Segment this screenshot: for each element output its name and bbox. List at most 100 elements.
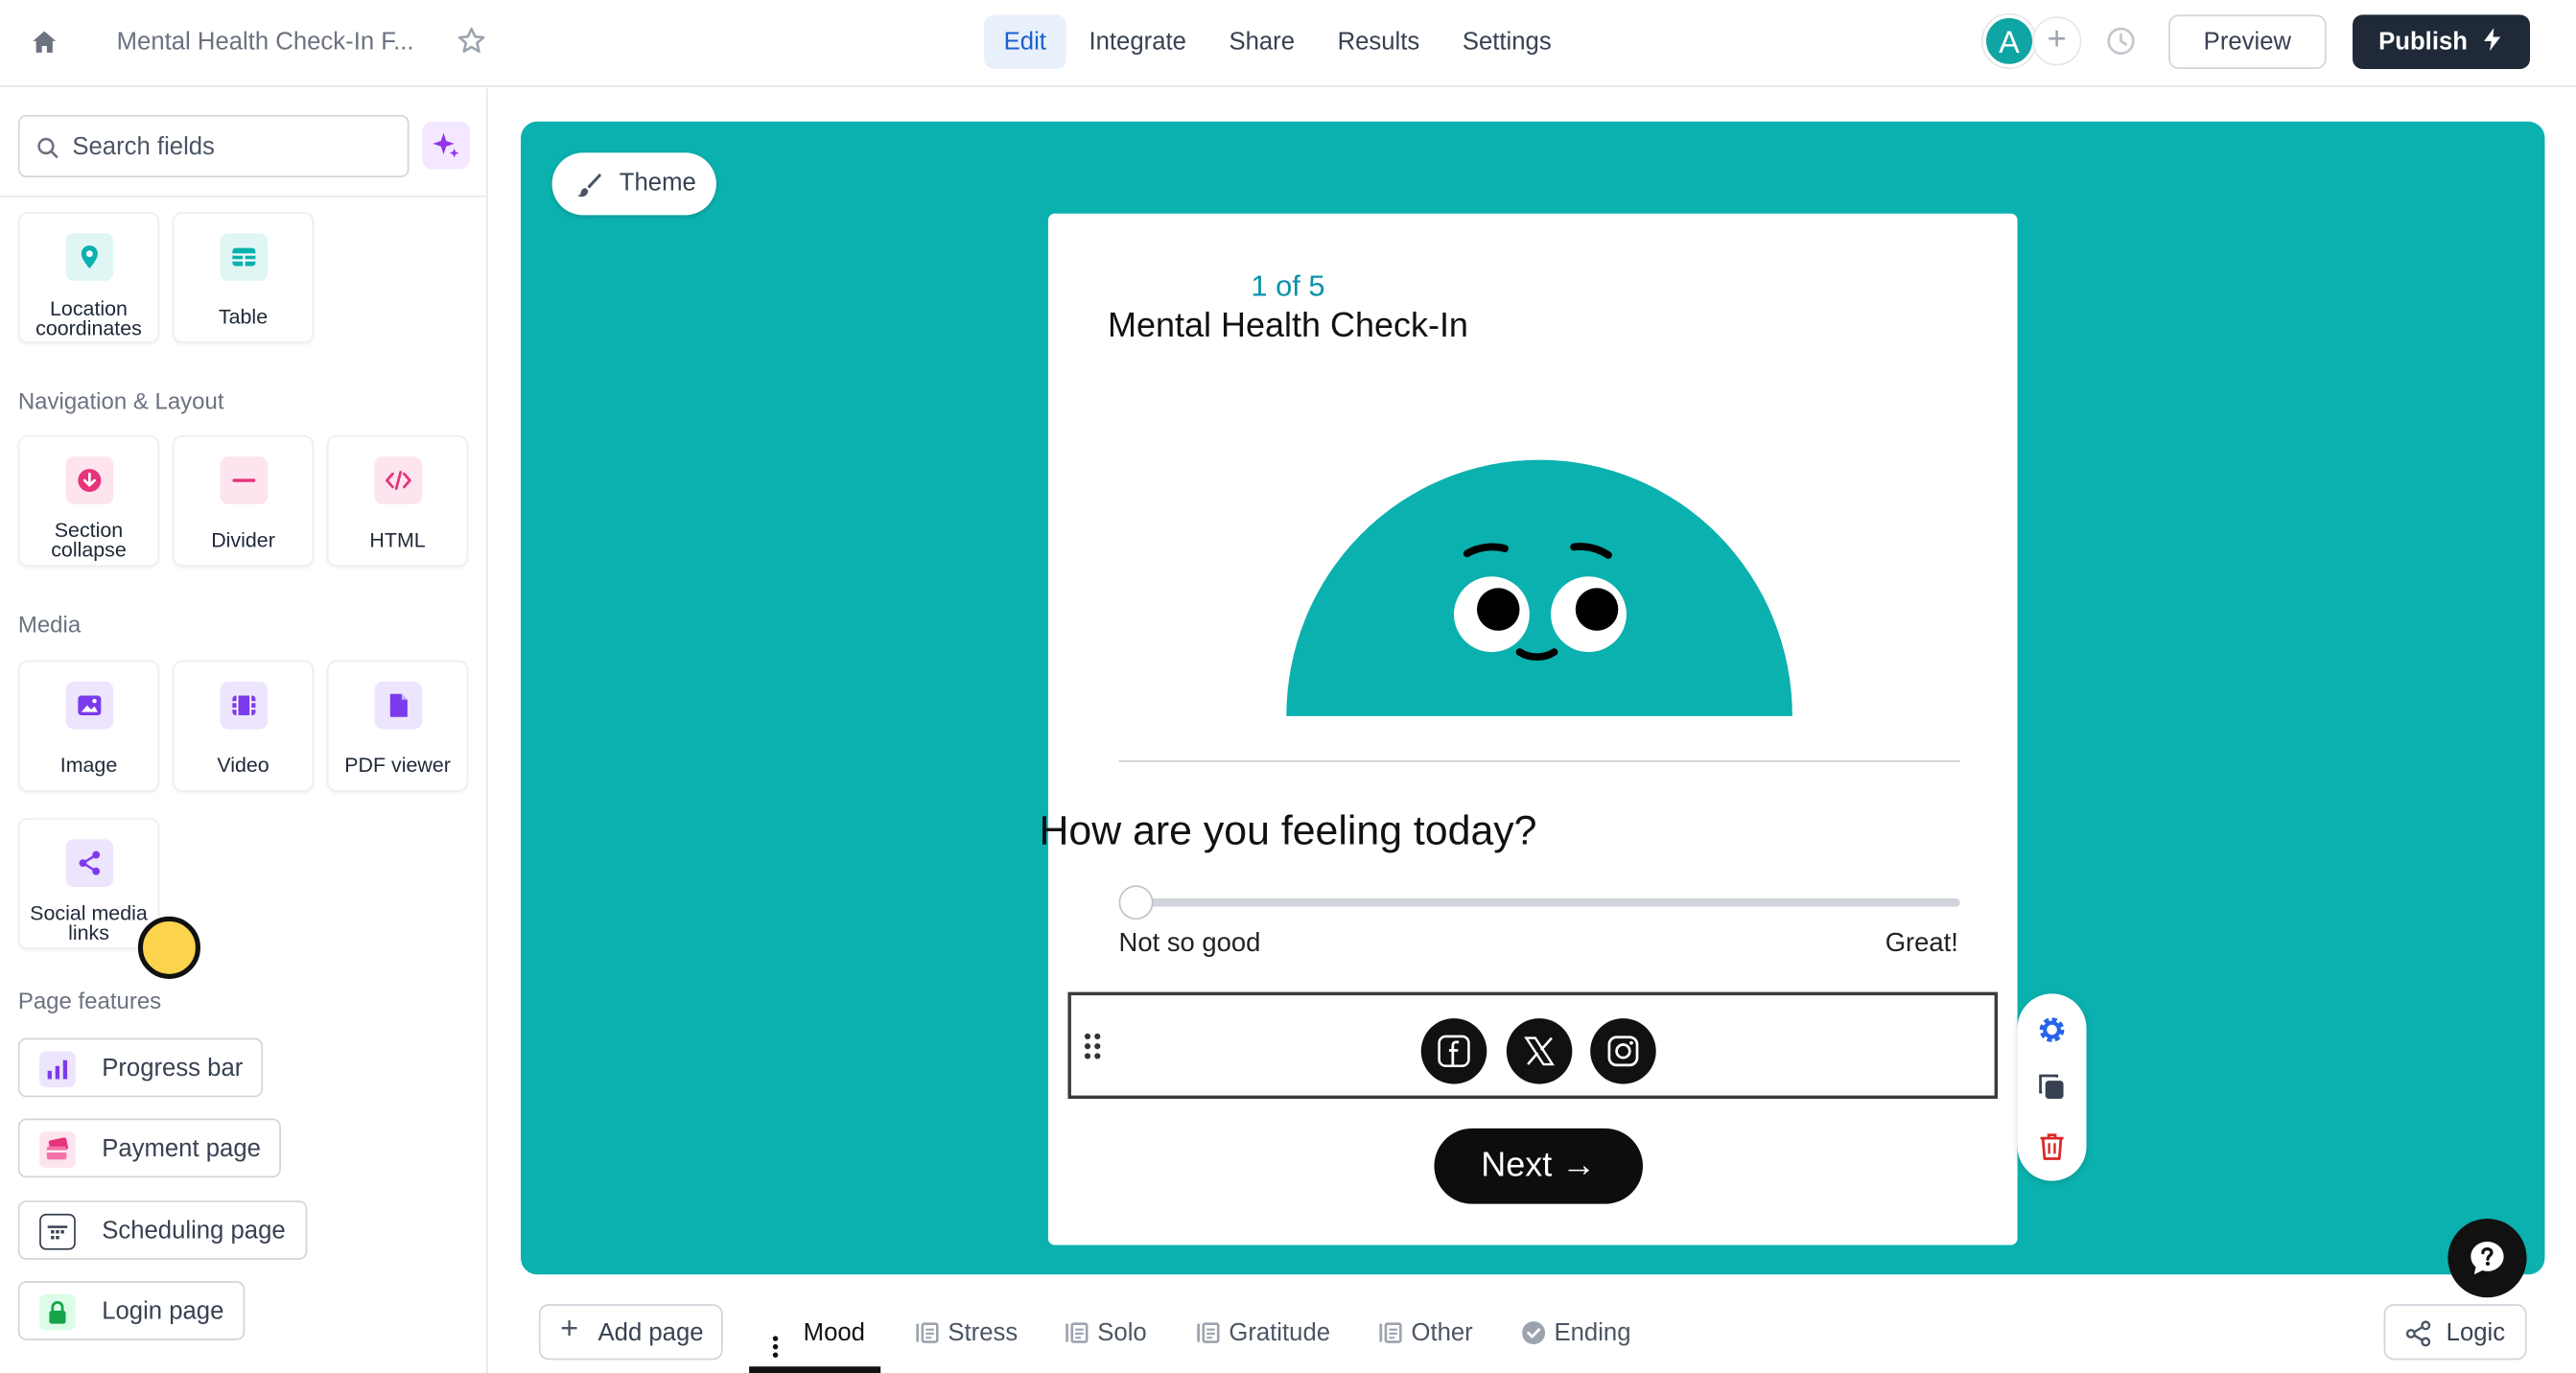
form-divider bbox=[1118, 760, 1960, 762]
page-tab-label: Solo bbox=[1097, 1318, 1147, 1347]
x-icon[interactable] bbox=[1506, 1018, 1573, 1084]
question-text: How are you feeling today? bbox=[1039, 807, 1537, 854]
logic-label: Logic bbox=[2446, 1318, 2506, 1347]
card-label: PDF viewer bbox=[344, 754, 451, 778]
field-card-html[interactable]: HTML bbox=[326, 434, 469, 567]
form-heading: Mental Health Check-In bbox=[1108, 307, 1468, 345]
page-feature-label: Progress bar bbox=[102, 1054, 244, 1082]
nav-tab-share[interactable]: Share bbox=[1209, 14, 1315, 69]
page-tab-other[interactable]: Other bbox=[1379, 1318, 1473, 1347]
lightning-icon bbox=[2484, 28, 2501, 52]
form-title-breadcrumb[interactable]: Mental Health Check-In F... bbox=[117, 28, 414, 56]
field-card-video[interactable]: Video bbox=[172, 660, 315, 792]
home-icon[interactable] bbox=[28, 26, 60, 58]
image-icon bbox=[65, 681, 114, 730]
nav-tab-edit[interactable]: Edit bbox=[984, 14, 1066, 69]
page-feature-login-page[interactable]: Login page bbox=[17, 1281, 246, 1340]
mood-slider-track[interactable] bbox=[1136, 898, 1960, 907]
calendar-icon bbox=[39, 1213, 76, 1250]
app-root: Mental Health Check-In F... Edit Integra… bbox=[0, 0, 2576, 1373]
help-bubble-icon bbox=[2471, 1242, 2504, 1275]
field-card-section-collapse[interactable]: Section collapse bbox=[17, 434, 160, 567]
step-indicator: 1 of 5 bbox=[1251, 268, 1325, 303]
duplicate-icon[interactable] bbox=[2035, 1071, 2068, 1104]
page-tab-ending[interactable]: Ending bbox=[1522, 1318, 1631, 1347]
mood-slider-thumb[interactable] bbox=[1118, 885, 1154, 920]
page-tab-label: Stress bbox=[948, 1318, 1019, 1347]
publish-label: Publish bbox=[2378, 28, 2468, 57]
add-collaborator-button[interactable]: + bbox=[2031, 16, 2082, 66]
bar-chart-icon bbox=[39, 1051, 76, 1088]
field-card-image[interactable]: Image bbox=[17, 660, 160, 792]
facebook-icon[interactable] bbox=[1420, 1018, 1487, 1084]
payment-icon bbox=[39, 1131, 76, 1168]
block-toolbar bbox=[2017, 993, 2087, 1181]
video-icon bbox=[220, 681, 269, 730]
card-label: HTML bbox=[369, 528, 426, 552]
page-tab-label: Other bbox=[1411, 1318, 1473, 1347]
search-icon bbox=[37, 137, 59, 158]
pointer-cursor-indicator bbox=[137, 916, 200, 979]
page-tab-stress[interactable]: Stress bbox=[916, 1318, 1019, 1347]
collapse-icon bbox=[65, 456, 114, 504]
paintbrush-icon bbox=[577, 173, 601, 198]
active-tab-indicator bbox=[749, 1366, 881, 1373]
page-feature-scheduling-page[interactable]: Scheduling page bbox=[17, 1200, 308, 1260]
page-tab-solo[interactable]: Solo bbox=[1066, 1318, 1147, 1347]
code-icon bbox=[374, 456, 423, 504]
add-page-button[interactable]: + Add page bbox=[538, 1304, 723, 1361]
page-tab-label: Ending bbox=[1554, 1318, 1631, 1347]
page-icon bbox=[916, 1322, 939, 1343]
page-icon bbox=[1197, 1322, 1220, 1343]
user-avatar[interactable]: A bbox=[1982, 14, 2036, 68]
page-feature-progress-bar[interactable]: Progress bar bbox=[17, 1037, 264, 1098]
sidebar-divider bbox=[0, 195, 487, 198]
search-placeholder: Search fields bbox=[72, 132, 215, 161]
theme-button[interactable]: Theme bbox=[551, 152, 716, 216]
history-clock-icon[interactable] bbox=[2104, 25, 2137, 58]
card-label: Section collapse bbox=[51, 519, 127, 562]
logic-button[interactable]: Logic bbox=[2383, 1304, 2527, 1361]
logic-nodes-icon bbox=[2405, 1320, 2431, 1347]
section-heading-page-features: Page features bbox=[17, 987, 162, 1013]
publish-button[interactable]: Publish bbox=[2353, 14, 2531, 69]
field-card-pdf-viewer[interactable]: PDF viewer bbox=[326, 660, 469, 792]
nav-tab-results[interactable]: Results bbox=[1318, 14, 1440, 69]
plus-icon: + bbox=[560, 1312, 579, 1347]
page-tab-mood[interactable]: Mood bbox=[804, 1319, 865, 1347]
instagram-icon[interactable] bbox=[1590, 1018, 1656, 1084]
page-icon bbox=[1379, 1322, 1402, 1343]
card-label: Image bbox=[59, 754, 118, 778]
help-chat-button[interactable] bbox=[2447, 1219, 2527, 1298]
page-tab-label: Gratitude bbox=[1229, 1318, 1331, 1347]
trash-icon[interactable] bbox=[2035, 1130, 2068, 1163]
field-card-divider[interactable]: Divider bbox=[172, 434, 315, 567]
page-tab-gratitude[interactable]: Gratitude bbox=[1197, 1318, 1331, 1347]
page-options-icon[interactable] bbox=[772, 1336, 779, 1359]
page-feature-payment-page[interactable]: Payment page bbox=[17, 1118, 281, 1178]
card-label: Divider bbox=[211, 528, 275, 552]
star-icon[interactable] bbox=[456, 25, 488, 58]
slider-min-label: Not so good bbox=[1118, 929, 1261, 958]
gear-icon[interactable] bbox=[2035, 1013, 2068, 1046]
nav-tab-settings[interactable]: Settings bbox=[1442, 14, 1571, 69]
theme-label: Theme bbox=[619, 169, 696, 198]
sparkle-icon bbox=[433, 132, 459, 158]
card-label: Video bbox=[217, 754, 269, 778]
next-button[interactable]: Next → bbox=[1434, 1128, 1644, 1204]
ai-sparkle-button[interactable] bbox=[422, 121, 470, 170]
card-label: Social media links bbox=[30, 901, 148, 944]
page-icon bbox=[1066, 1322, 1089, 1343]
search-fields-input[interactable]: Search fields bbox=[17, 114, 410, 178]
preview-button[interactable]: Preview bbox=[2168, 14, 2327, 69]
main-nav: Edit Integrate Share Results Settings bbox=[984, 14, 1571, 69]
divider-icon bbox=[220, 456, 269, 504]
check-circle-icon bbox=[1522, 1321, 1546, 1345]
section-heading-navigation-layout: Navigation & Layout bbox=[17, 387, 224, 414]
drag-handle-icon[interactable] bbox=[1083, 1032, 1103, 1061]
nav-tab-integrate[interactable]: Integrate bbox=[1069, 14, 1206, 69]
slider-max-label: Great! bbox=[1885, 929, 1958, 958]
lock-icon bbox=[39, 1293, 76, 1331]
page-feature-label: Login page bbox=[102, 1297, 224, 1326]
add-page-label: Add page bbox=[597, 1318, 704, 1347]
